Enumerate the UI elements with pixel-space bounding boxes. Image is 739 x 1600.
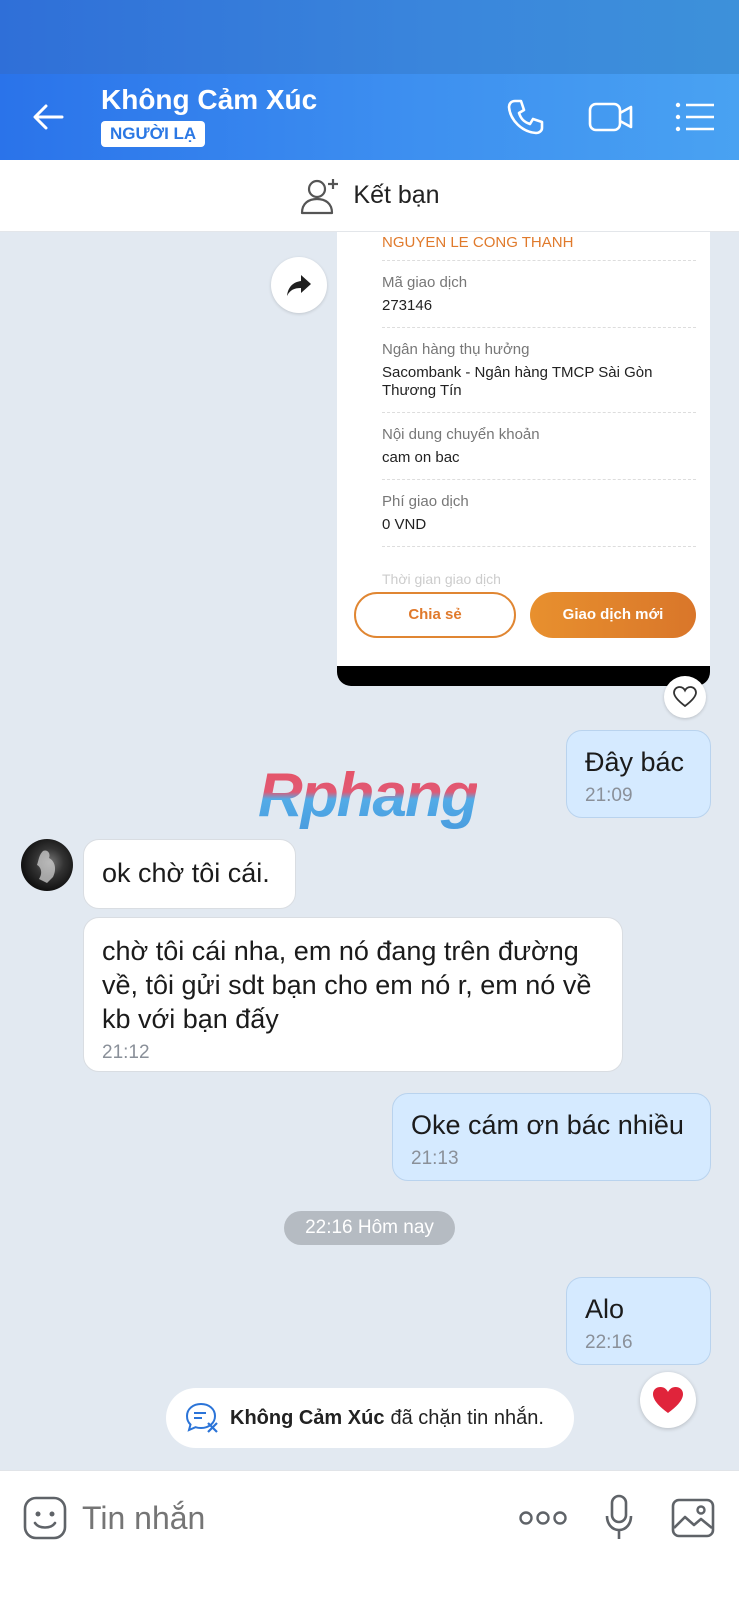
transfer-receipt-image[interactable]: NGUYEN LE CONG THANH Mã giao dịch 273146… [337, 232, 710, 686]
back-button[interactable] [26, 94, 72, 140]
message-text: Đây bác [585, 747, 685, 777]
divider [382, 260, 696, 261]
receipt-field-content: Nội dung chuyển khoản cam on bac [382, 426, 696, 467]
message-bubble-sent[interactable]: Đây bác 21:09 [566, 730, 711, 818]
field-label: Nội dung chuyển khoản [382, 426, 540, 443]
divider [382, 412, 696, 413]
more-options-button[interactable] [518, 1507, 568, 1529]
message-input[interactable] [82, 1495, 482, 1541]
message-text: chờ tôi cái nha, em nó đang trên đường v… [102, 936, 592, 1034]
field-label: Phí giao dịch [382, 493, 469, 510]
message-text: Alo [585, 1294, 625, 1324]
message-time: 21:12 [102, 1042, 150, 1063]
new-transaction-button[interactable]: Giao dịch mới [530, 592, 696, 638]
image-gallery-icon [671, 1498, 715, 1538]
receipt-card: NGUYEN LE CONG THANH Mã giao dịch 273146… [353, 232, 696, 587]
microphone-icon [605, 1494, 633, 1539]
field-value: 0 VND [382, 516, 427, 533]
divider [382, 546, 696, 547]
receipt-body: NGUYEN LE CONG THANH Mã giao dịch 273146… [337, 232, 710, 666]
add-friend-label: Kết bạn [353, 181, 440, 209]
forward-button[interactable] [271, 257, 327, 313]
menu-button[interactable] [670, 92, 720, 142]
call-button[interactable] [500, 92, 550, 142]
date-divider: 22:16 Hôm nay [284, 1211, 455, 1245]
field-value: Sacombank - Ngân hàng TMCP Sài Gòn Thươn… [382, 364, 653, 399]
heart-outline-icon [673, 686, 697, 708]
add-friend-icon [301, 178, 339, 214]
status-bar [0, 0, 739, 74]
receipt-faded-label: Thời gian giao dịch [382, 571, 501, 587]
share-forward-icon [287, 275, 311, 296]
receipt-field-bank: Ngân hàng thụ hưởng Sacombank - Ngân hàn… [382, 341, 696, 400]
message-bubble-sent[interactable]: Oke cám ơn bác nhiều 21:13 [392, 1093, 711, 1181]
stranger-badge: NGƯỜI LẠ [101, 121, 206, 147]
blocked-notice-text: đã chặn tin nhắn. [390, 1406, 544, 1429]
heart-reaction-button[interactable] [640, 1372, 696, 1428]
blocked-notice: Không Cảm Xúc đã chặn tin nhắn. [166, 1388, 574, 1448]
back-arrow-icon [33, 104, 64, 130]
blocked-notice-name: Không Cảm Xúc [230, 1406, 385, 1429]
field-label: Ngân hàng thụ hưởng [382, 341, 530, 358]
menu-list-icon [675, 102, 714, 132]
blocked-chat-icon [185, 1402, 218, 1433]
voice-button[interactable] [604, 1493, 634, 1543]
more-dots-icon [519, 1511, 567, 1525]
message-bubble-received[interactable]: chờ tôi cái nha, em nó đang trên đường v… [83, 917, 623, 1072]
message-input-bar [0, 1470, 739, 1600]
share-button[interactable]: Chia sẻ [354, 592, 516, 638]
phone-icon [507, 99, 544, 135]
divider [382, 479, 696, 480]
divider [382, 327, 696, 328]
message-time: 21:13 [411, 1148, 459, 1169]
message-text: Oke cám ơn bác nhiều [411, 1110, 684, 1140]
image-button[interactable] [670, 1497, 716, 1539]
heart-icon [653, 1387, 683, 1413]
receipt-field-fee: Phí giao dịch 0 VND [382, 493, 696, 534]
sticker-icon [23, 1496, 67, 1540]
contact-name[interactable]: Không Cảm Xúc [101, 84, 317, 116]
video-call-button[interactable] [586, 92, 636, 142]
avatar[interactable] [21, 839, 73, 891]
add-friend-button[interactable]: Kết bạn [0, 160, 739, 232]
emoji-button[interactable] [22, 1495, 68, 1541]
watermark: Rphang [258, 761, 479, 830]
field-label: Mã giao dịch [382, 274, 468, 291]
receipt-field-transaction-id: Mã giao dịch 273146 [382, 274, 696, 315]
message-bubble-sent[interactable]: Alo 22:16 [566, 1277, 711, 1365]
message-time: 21:09 [585, 785, 633, 806]
avatar-photo [37, 850, 56, 883]
message-text: ok chờ tôi cái. [102, 858, 270, 888]
message-time: 22:16 [585, 1332, 633, 1353]
chat-header: Không Cảm Xúc NGƯỜI LẠ [0, 74, 739, 160]
message-bubble-received[interactable]: ok chờ tôi cái. [83, 839, 296, 909]
receipt-recipient-name: NGUYEN LE CONG THANH [382, 234, 574, 251]
field-value: cam on bac [382, 449, 460, 466]
video-call-icon [588, 102, 633, 132]
react-button[interactable] [664, 676, 706, 718]
field-value: 273146 [382, 297, 433, 314]
